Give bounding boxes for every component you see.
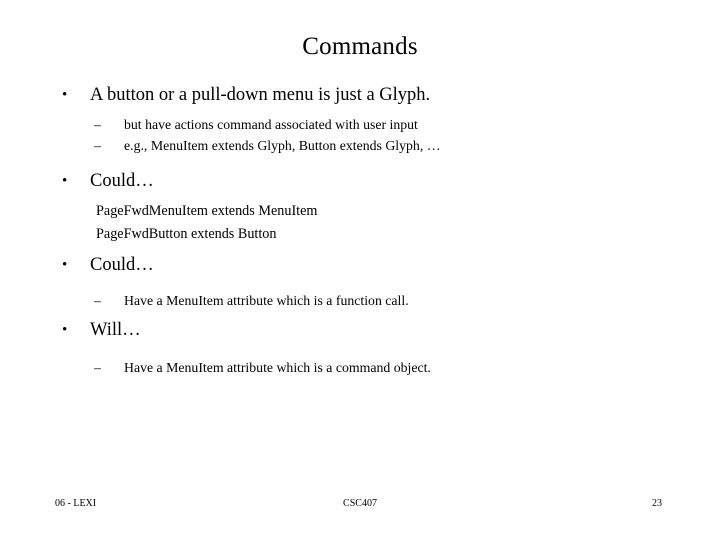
bullet-item: • Will…	[48, 317, 678, 343]
sub-bullet-item: – e.g., MenuItem extends Glyph, Button e…	[48, 135, 678, 156]
bullet-text: Will…	[90, 320, 141, 340]
bullet-marker-icon: •	[62, 257, 68, 273]
bullet-item: • Could…	[48, 168, 678, 194]
bullet-text: Could…	[90, 171, 154, 191]
dash-marker-icon: –	[94, 138, 101, 153]
dash-marker-icon: –	[94, 293, 101, 308]
code-line-text: PageFwdMenuItem extends MenuItem	[96, 203, 318, 219]
sub-bullet-text: Have a MenuItem attribute which is a fun…	[124, 293, 409, 308]
code-line-text: PageFwdButton extends Button	[96, 226, 277, 242]
footer-center-label: CSC407	[343, 498, 377, 509]
sub-bullet-text: e.g., MenuItem extends Glyph, Button ext…	[124, 138, 441, 153]
bullet-item: • A button or a pull-down menu is just a…	[48, 82, 678, 108]
bullet-marker-icon: •	[62, 173, 68, 189]
sub-bullet-item: – Have a MenuItem attribute which is a c…	[48, 357, 678, 378]
page-title: Commands	[302, 33, 418, 60]
code-line: PageFwdButton extends Button	[48, 223, 678, 246]
sub-bullet-item: – but have actions command associated wi…	[48, 114, 678, 135]
bullet-item: • Could…	[48, 252, 678, 278]
dash-marker-icon: –	[94, 117, 101, 132]
slide: Commands • A button or a pull-down menu …	[0, 0, 720, 540]
sub-bullet-item: – Have a MenuItem attribute which is a f…	[48, 290, 678, 311]
slide-body: • A button or a pull-down menu is just a…	[48, 82, 678, 378]
bullet-text: A button or a pull-down menu is just a G…	[90, 85, 431, 105]
bullet-text: Could…	[90, 255, 154, 275]
sub-bullet-text: but have actions command associated with…	[124, 117, 418, 132]
bullet-marker-icon: •	[62, 322, 68, 338]
slide-footer: 06 - LEXI CSC407 23	[0, 496, 720, 512]
bullet-marker-icon: •	[62, 87, 68, 103]
code-line: PageFwdMenuItem extends MenuItem	[48, 200, 678, 223]
page-number: 23	[652, 498, 662, 509]
dash-marker-icon: –	[94, 360, 101, 375]
sub-bullet-text: Have a MenuItem attribute which is a com…	[124, 360, 431, 375]
